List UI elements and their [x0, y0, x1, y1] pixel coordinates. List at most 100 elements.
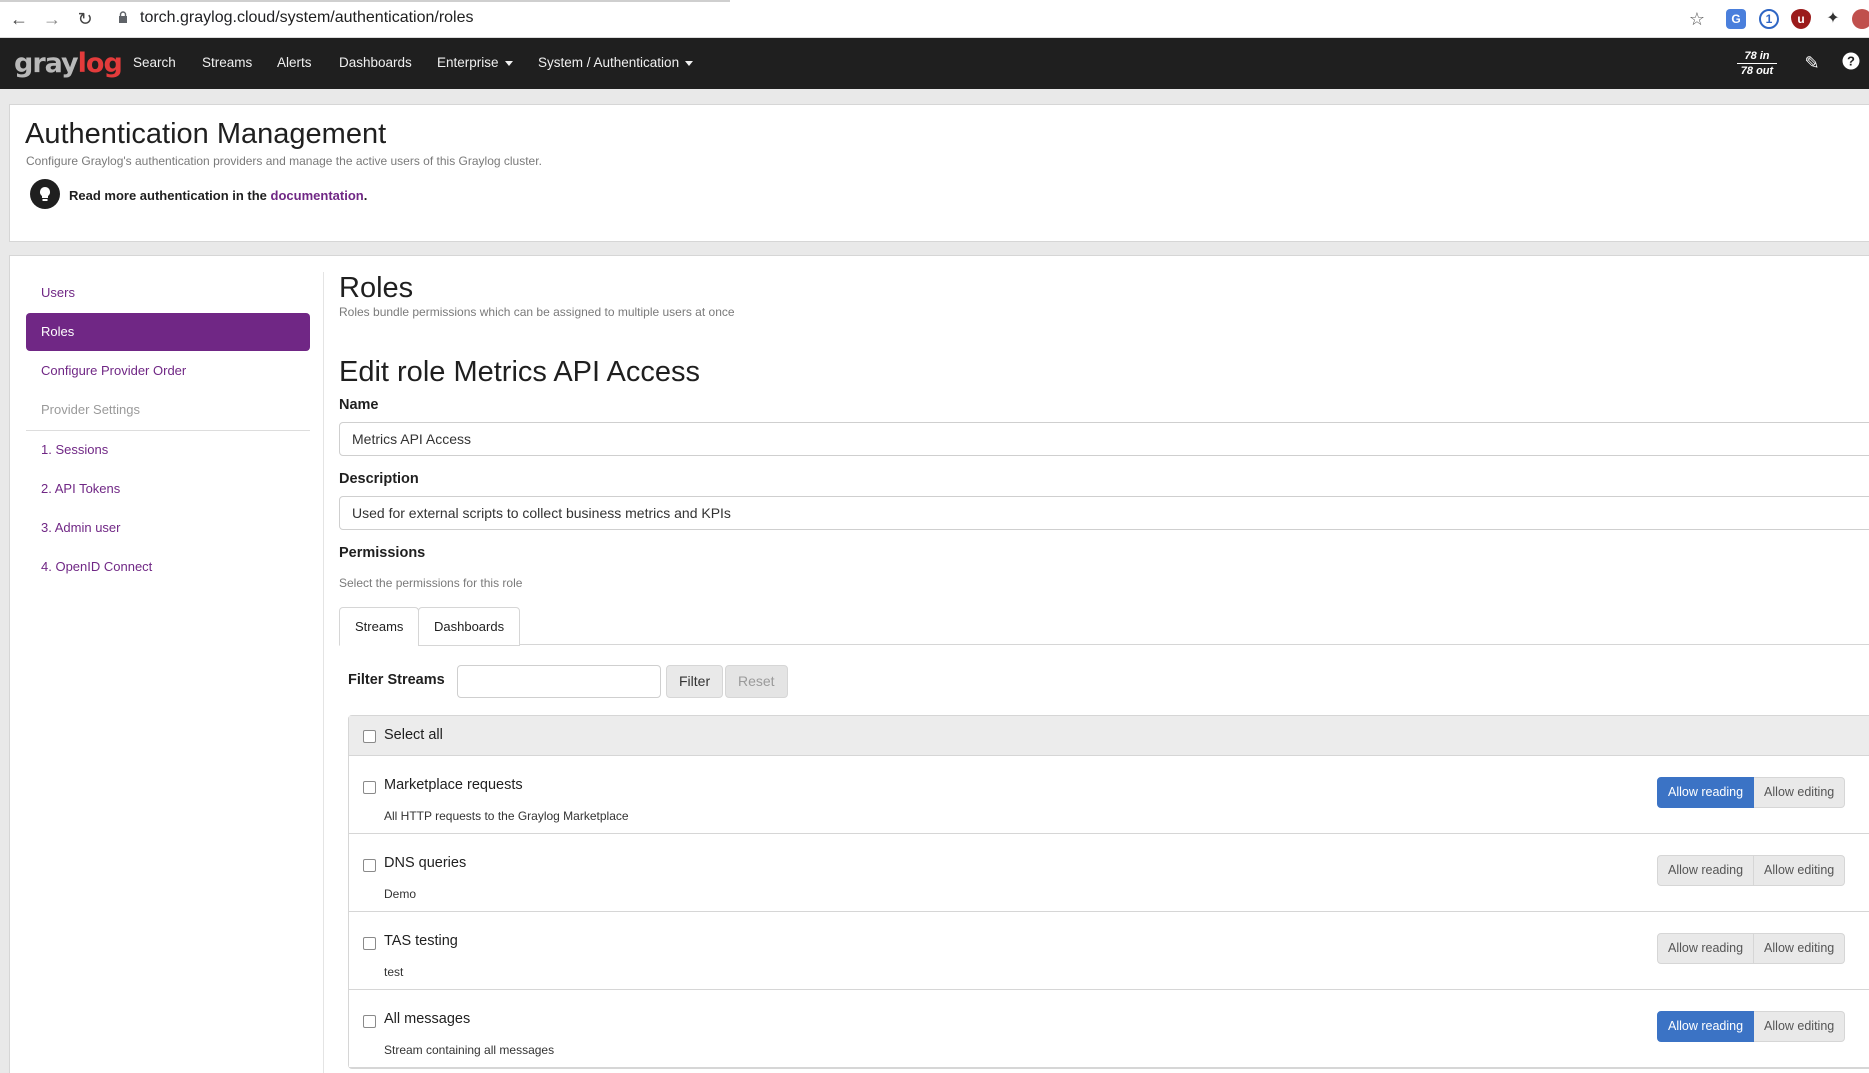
extensions-puzzle-icon[interactable]: ✦: [1823, 9, 1843, 29]
back-icon[interactable]: ←: [8, 8, 30, 30]
question-circle-icon: ?: [1842, 52, 1860, 70]
main-panel: Users Roles Configure Provider Order Pro…: [9, 255, 1869, 1073]
stream-description: Demo: [384, 887, 417, 901]
edit-role-title: Edit role Metrics API Access: [339, 356, 701, 388]
forward-icon[interactable]: →: [41, 8, 63, 30]
stream-title: DNS queries: [384, 855, 467, 871]
page-title: Authentication Management: [25, 118, 387, 150]
name-label: Name: [339, 397, 379, 413]
allow-reading-button[interactable]: Allow reading: [1657, 777, 1755, 808]
sidebar-item-api-tokens[interactable]: 2. API Tokens: [26, 470, 310, 508]
select-all-label: Select all: [384, 727, 443, 743]
lightbulb-icon: [30, 179, 60, 209]
permission-tabs: Streams Dashboards: [339, 607, 1869, 646]
reload-icon[interactable]: ↻: [74, 8, 96, 30]
lock-icon: [119, 11, 127, 23]
help-icon[interactable]: ?: [1840, 52, 1862, 74]
nav-system[interactable]: System / Authentication: [538, 55, 694, 70]
permission-toggle: Allow reading Allow editing: [1657, 855, 1846, 886]
description-label: Description: [339, 471, 419, 487]
stream-description: All HTTP requests to the Graylog Marketp…: [384, 809, 629, 823]
filter-streams-input[interactable]: [457, 665, 661, 698]
edit-scratchpad-icon[interactable]: ✎: [1801, 52, 1823, 74]
allow-reading-button[interactable]: Allow reading: [1657, 933, 1755, 964]
nav-system-label: System / Authentication: [538, 55, 680, 70]
doc-suffix: .: [363, 188, 368, 203]
svg-text:?: ?: [1847, 54, 1855, 69]
tab-strip-line: [0, 0, 730, 2]
filter-button[interactable]: Filter: [666, 665, 724, 698]
allow-reading-button[interactable]: Allow reading: [1657, 1011, 1755, 1042]
allow-editing-button[interactable]: Allow editing: [1754, 855, 1846, 886]
url-path: /system/authentication/roles: [275, 9, 474, 26]
throughput-out: 78 out: [1737, 63, 1777, 78]
sidebar-separator: [323, 272, 324, 1073]
nav-alerts[interactable]: Alerts: [277, 55, 312, 70]
allow-editing-button[interactable]: Allow editing: [1754, 1011, 1846, 1042]
permissions-help: Select the permissions for this role: [339, 576, 523, 590]
stream-checkbox[interactable]: [363, 937, 376, 950]
stream-description: test: [384, 965, 404, 979]
sidebar-item-users[interactable]: Users: [26, 274, 310, 312]
stream-row: All messages Stream containing all messa…: [349, 990, 1869, 1068]
address-bar[interactable]: torch.graylog.cloud/system/authenticatio…: [140, 9, 474, 27]
permission-toggle: Allow reading Allow editing: [1657, 777, 1846, 808]
chevron-down-icon: [504, 60, 513, 66]
profile-avatar-icon[interactable]: [1852, 9, 1869, 29]
documentation-note: Read more authentication in the document…: [69, 188, 367, 203]
allow-reading-button[interactable]: Allow reading: [1657, 855, 1755, 886]
stream-checkbox[interactable]: [363, 859, 376, 872]
nav-search[interactable]: Search: [133, 55, 176, 70]
stream-title: Marketplace requests: [384, 777, 523, 793]
throughput-indicator[interactable]: 78 in 78 out: [1737, 49, 1777, 78]
permission-toggle: Allow reading Allow editing: [1657, 933, 1846, 964]
page-subtitle: Configure Graylog's authentication provi…: [26, 154, 542, 168]
stream-permission-list: Select all Marketplace requests All HTTP…: [348, 715, 1869, 1069]
reset-button[interactable]: Reset: [725, 665, 788, 698]
select-all-checkbox[interactable]: [363, 730, 376, 743]
allow-editing-button[interactable]: Allow editing: [1754, 933, 1846, 964]
stream-row: TAS testing test Allow reading Allow edi…: [349, 912, 1869, 990]
sidebar-item-openid-connect[interactable]: 4. OpenID Connect: [26, 548, 310, 586]
top-navbar: graylog Search Streams Alerts Dashboards…: [0, 38, 1869, 89]
nav-enterprise-label: Enterprise: [437, 55, 499, 70]
documentation-link[interactable]: documentation: [271, 188, 364, 203]
allow-editing-button[interactable]: Allow editing: [1754, 777, 1846, 808]
stream-checkbox[interactable]: [363, 781, 376, 794]
url-host: torch.graylog.cloud: [140, 9, 276, 26]
ublock-extension-icon[interactable]: u: [1791, 9, 1811, 29]
tab-streams[interactable]: Streams: [339, 607, 420, 646]
nav-streams[interactable]: Streams: [202, 55, 252, 70]
sidebar-item-sessions[interactable]: 1. Sessions: [26, 431, 310, 469]
nav-dashboards[interactable]: Dashboards: [339, 55, 412, 70]
permissions-label: Permissions: [339, 545, 426, 561]
translate-extension-icon[interactable]: G: [1726, 9, 1746, 29]
stream-title: TAS testing: [384, 933, 458, 949]
stream-row: Marketplace requests All HTTP requests t…: [349, 756, 1869, 834]
stream-title: All messages: [384, 1011, 471, 1027]
section-title: Roles: [339, 272, 414, 304]
tab-dashboards[interactable]: Dashboards: [418, 607, 521, 646]
throughput-in: 78 in: [1744, 50, 1770, 62]
bookmark-star-icon[interactable]: ☆: [1686, 8, 1708, 30]
stream-row: DNS queries Demo Allow reading Allow edi…: [349, 834, 1869, 912]
password-manager-extension-icon[interactable]: 1: [1759, 9, 1779, 29]
select-all-row: Select all: [349, 716, 1869, 756]
nav-enterprise[interactable]: Enterprise: [437, 55, 513, 70]
stream-description: Stream containing all messages: [384, 1043, 555, 1057]
sidebar-heading-provider-settings: Provider Settings: [41, 402, 140, 417]
stream-checkbox[interactable]: [363, 1015, 376, 1028]
description-field[interactable]: Used for external scripts to collect bus…: [339, 496, 1869, 530]
name-field[interactable]: Metrics API Access: [339, 422, 1869, 456]
doc-prefix: Read more authentication in the: [69, 188, 271, 203]
browser-toolbar: ← → ↻ torch.graylog.cloud/system/authent…: [0, 0, 1869, 38]
filter-streams-label: Filter Streams: [348, 672, 445, 688]
sidebar-item-provider-order[interactable]: Configure Provider Order: [26, 352, 310, 390]
sidebar-item-admin-user[interactable]: 3. Admin user: [26, 509, 310, 547]
section-subtitle: Roles bundle permissions which can be as…: [339, 305, 735, 319]
graylog-logo[interactable]: graylog: [14, 48, 123, 79]
page-header-panel: Authentication Management Configure Gray…: [9, 104, 1869, 242]
sidebar-item-roles[interactable]: Roles: [26, 313, 310, 351]
chevron-down-icon: [685, 60, 694, 66]
permission-toggle: Allow reading Allow editing: [1657, 1011, 1846, 1042]
